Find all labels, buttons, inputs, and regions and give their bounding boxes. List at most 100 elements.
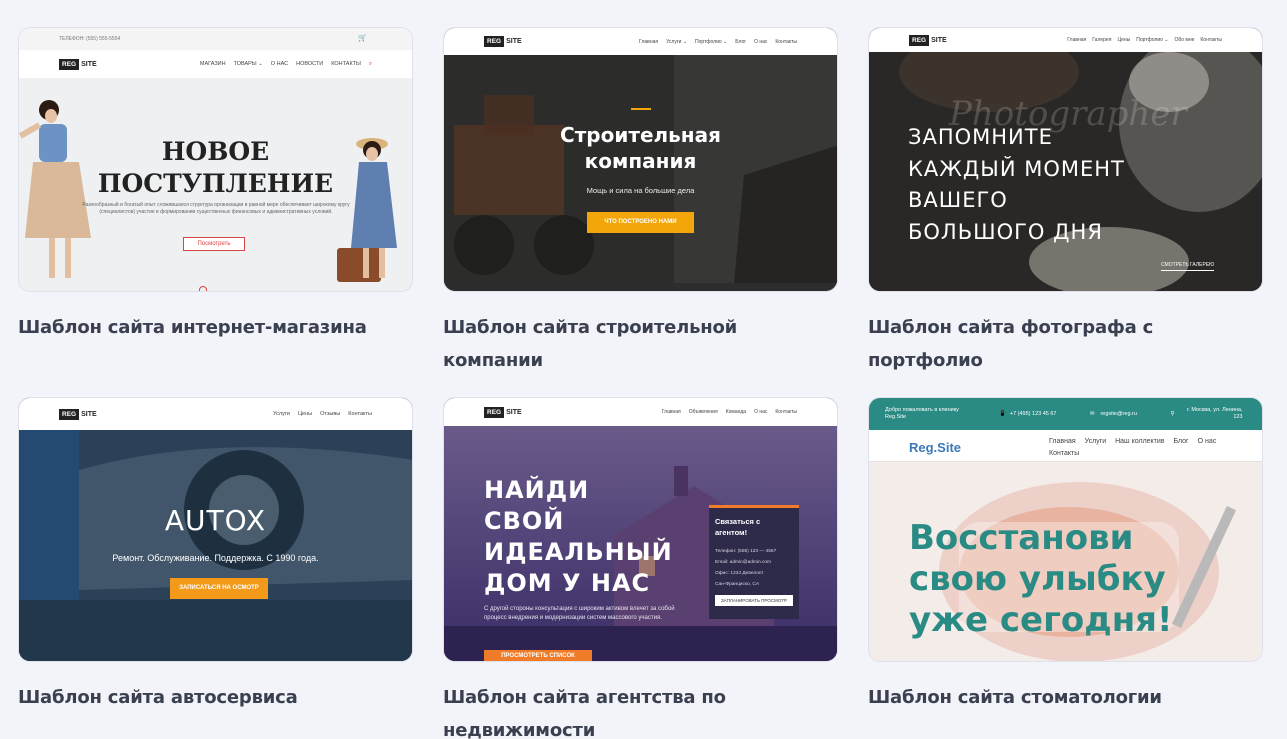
logo: REG SITE bbox=[59, 58, 97, 70]
nav-item: Контакты bbox=[1200, 37, 1222, 43]
dental-header: Reg.Site Главная Услуги Наш коллектив Бл… bbox=[869, 430, 1262, 462]
view-button[interactable]: Посмотреть bbox=[183, 237, 245, 251]
logo-mark: REG bbox=[909, 34, 930, 46]
construction-header: REG SITE Главная Услуги ⌄ Портфолио ⌄ Бло… bbox=[444, 28, 837, 55]
gallery-link[interactable]: СМОТРЕТЬ ГАЛЕРЕЮ bbox=[1161, 262, 1215, 271]
nav-item: Главная bbox=[661, 409, 681, 415]
nav-item: Главная bbox=[1067, 37, 1087, 43]
email-icon: ✉ bbox=[1089, 411, 1095, 417]
nav-item: Услуги bbox=[1084, 438, 1107, 445]
headline-line: НОВОЕ bbox=[161, 137, 270, 166]
template-card-construction[interactable]: REG SITE Главная Услуги ⌄ Портфолио ⌄ Бло… bbox=[443, 27, 838, 377]
shop-header: REG SITE МАГАЗИН ТОВАРЫ ⌄ О НАС НОВОСТИ К… bbox=[19, 50, 412, 78]
nav-item: Контакты bbox=[775, 409, 797, 415]
panel-contacts: Телефон: (555) 123 — 4567 Email: admin@a… bbox=[715, 546, 793, 590]
template-card-dental[interactable]: Добро пожаловать в клинику Reg.Site 📱 +7… bbox=[868, 397, 1263, 714]
template-title[interactable]: Шаблон сайта фотографа с портфолио bbox=[868, 311, 1263, 377]
nav-item: Главная bbox=[639, 38, 659, 45]
template-title[interactable]: Шаблон сайта агентства по недвижимости bbox=[443, 681, 838, 739]
dental-nav: Главная Услуги Наш коллектив Блог О нас … bbox=[1049, 436, 1239, 460]
logo: REG SITE bbox=[484, 36, 522, 47]
nav-item: ТОВАРЫ ⌄ bbox=[233, 61, 263, 67]
logo: REG SITE bbox=[909, 34, 947, 46]
nav-item: Блог bbox=[1173, 438, 1189, 445]
headline-line: ДОМ У НАС bbox=[484, 569, 651, 597]
template-card-photographer[interactable]: REG SITE Главная Галерея Цены Портфолио ⌄… bbox=[868, 27, 1263, 377]
headline-line: уже сегодня! bbox=[909, 600, 1173, 640]
auto-nav: Услуги Цены Отзывы Контакты bbox=[273, 411, 372, 417]
nav-item: МАГАЗИН bbox=[199, 61, 226, 67]
template-preview-photographer[interactable]: REG SITE Главная Галерея Цены Портфолио ⌄… bbox=[868, 27, 1263, 292]
nav-item: КОНТАКТЫ bbox=[331, 61, 361, 67]
dental-headline: Восстанови свою улыбку уже сегодня! bbox=[909, 518, 1173, 641]
headline-line: Строительная bbox=[560, 123, 721, 147]
nav-item: О нас bbox=[754, 38, 768, 45]
nav-item: Контакты bbox=[1049, 450, 1080, 457]
hero-overlay bbox=[19, 430, 412, 661]
panel-line: Email: admin@admin.com bbox=[715, 560, 772, 565]
template-preview-construction[interactable]: REG SITE Главная Услуги ⌄ Портфолио ⌄ Бло… bbox=[443, 27, 838, 292]
nav-item: О нас bbox=[1197, 438, 1217, 445]
logo-text: SITE bbox=[81, 60, 97, 68]
template-preview-dental[interactable]: Добро пожаловать в клинику Reg.Site 📱 +7… bbox=[868, 397, 1263, 662]
nav-item: Контакты bbox=[775, 38, 797, 45]
template-preview-realestate[interactable]: REG SITE Главная Объявления Команда О нас… bbox=[443, 397, 838, 662]
shop-nav: МАГАЗИН ТОВАРЫ ⌄ О НАС НОВОСТИ КОНТАКТЫ … bbox=[200, 61, 372, 68]
nav-item: Услуги ⌄ bbox=[666, 38, 688, 45]
scroll-indicator bbox=[199, 286, 207, 291]
template-title[interactable]: Шаблон сайта стоматологии bbox=[868, 681, 1263, 714]
logo-mark: REG bbox=[484, 406, 505, 418]
logo: REG SITE bbox=[484, 406, 522, 418]
construction-nav: Главная Услуги ⌄ Портфолио ⌄ Блог О нас … bbox=[639, 39, 797, 45]
logo-text: SITE bbox=[506, 38, 522, 45]
logo-text: SITE bbox=[81, 410, 97, 418]
logo-mark: REG bbox=[59, 408, 80, 420]
template-title[interactable]: Шаблон сайта строительной компании bbox=[443, 311, 838, 377]
template-card-shop[interactable]: ТЕЛЕФОН: (555) 555-5554 🛒 REG SITE МАГАЗИ… bbox=[18, 27, 413, 344]
phone-number: +7 (495) 123 45 67 bbox=[1009, 411, 1057, 417]
headline-line: ПОСТУПЛЕНИЕ bbox=[97, 169, 334, 198]
headline-line: СВОЙ bbox=[484, 507, 565, 535]
schedule-viewing-button[interactable]: ЗАПЛАНИРОВАТЬ ПРОСМОТР bbox=[715, 595, 793, 606]
welcome-text: Добро пожаловать в клинику Reg.Site bbox=[885, 407, 959, 420]
nav-item: О НАС bbox=[270, 61, 289, 67]
auto-headline: AUTOX bbox=[164, 504, 267, 537]
portfolio-button[interactable]: что построено нами bbox=[587, 212, 694, 233]
logo-text: SITE bbox=[506, 408, 522, 416]
contact-agent-panel: Связаться с агентом! Телефон: (555) 123 … bbox=[709, 505, 799, 619]
shop-description: Разнообразный и богатый опыт сложившаяся… bbox=[82, 202, 350, 215]
view-listings-button[interactable]: ПРОСМОТРЕТЬ СПИСОК bbox=[484, 650, 592, 661]
construction-headline: Строительная компания bbox=[444, 122, 837, 174]
template-title[interactable]: Шаблон сайта интернет-магазина bbox=[18, 311, 413, 344]
dental-topbar: Добро пожаловать в клинику Reg.Site 📱 +7… bbox=[869, 398, 1262, 430]
nav-item: Портфолио ⌄ bbox=[695, 38, 728, 45]
construction-subtitle: Мощь и сила на большие дела bbox=[586, 186, 695, 195]
phone-icon: 📱 bbox=[999, 411, 1006, 417]
nav-item: Наш коллектив bbox=[1115, 438, 1165, 445]
nav-item: Портфолио ⌄ bbox=[1136, 37, 1169, 43]
panel-title: Связаться с агентом! bbox=[715, 517, 761, 537]
logo-mark: REG bbox=[59, 58, 80, 70]
nav-item: Контакты bbox=[348, 411, 372, 417]
template-card-autoservice[interactable]: REG SITE Услуги Цены Отзывы Контакты AUTO… bbox=[18, 397, 413, 714]
nav-item: Отзывы bbox=[320, 411, 341, 417]
headline-line: КАЖДЫЙ МОМЕНТ bbox=[908, 156, 1125, 181]
logo: REG SITE bbox=[59, 408, 97, 420]
photo-nav: Главная Галерея Цены Портфолио ⌄ Обо мне… bbox=[1067, 37, 1222, 43]
cart-icon: 🛒 bbox=[358, 35, 367, 42]
template-preview-shop[interactable]: ТЕЛЕФОН: (555) 555-5554 🛒 REG SITE МАГАЗИ… bbox=[18, 27, 413, 292]
realestate-header: REG SITE Главная Объявления Команда О нас… bbox=[444, 398, 837, 426]
nav-item: Обо мне bbox=[1174, 37, 1195, 43]
logo-mark: REG bbox=[484, 36, 505, 47]
nav-item: Команда bbox=[725, 409, 747, 415]
template-card-realestate[interactable]: REG SITE Главная Объявления Команда О нас… bbox=[443, 397, 838, 739]
template-preview-autoservice[interactable]: REG SITE Услуги Цены Отзывы Контакты AUTO… bbox=[18, 397, 413, 662]
headline-line: ЗАПОМНИТЕ bbox=[908, 125, 1053, 149]
headline-line: БОЛЬШОГО ДНЯ bbox=[908, 219, 1103, 244]
accent-line bbox=[631, 108, 651, 110]
shop-headline: НОВОЕ ПОСТУПЛЕНИЕ bbox=[19, 136, 412, 200]
template-title[interactable]: Шаблон сайта автосервиса bbox=[18, 681, 413, 714]
headline-line: ИДЕАЛЬНЫЙ bbox=[484, 538, 673, 566]
book-inspection-button[interactable]: записаться на осмотр bbox=[170, 578, 268, 599]
location-icon: ⚲ bbox=[1170, 411, 1175, 417]
